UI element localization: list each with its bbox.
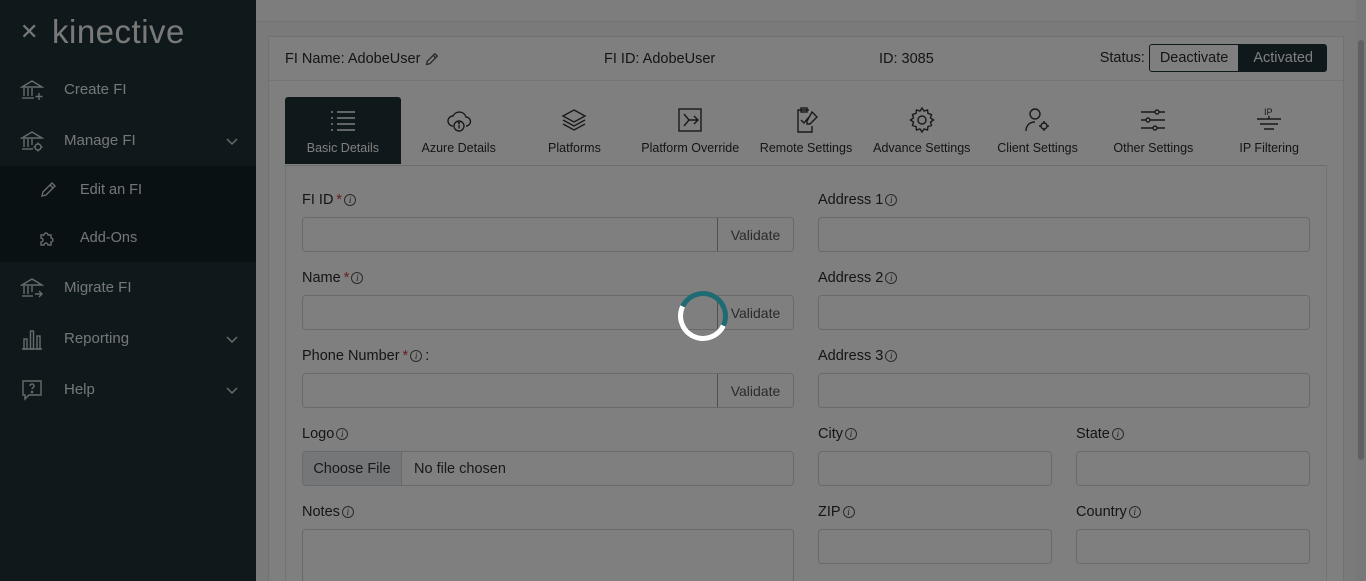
loading-overlay bbox=[0, 0, 1366, 581]
loading-spinner-icon bbox=[670, 283, 736, 349]
